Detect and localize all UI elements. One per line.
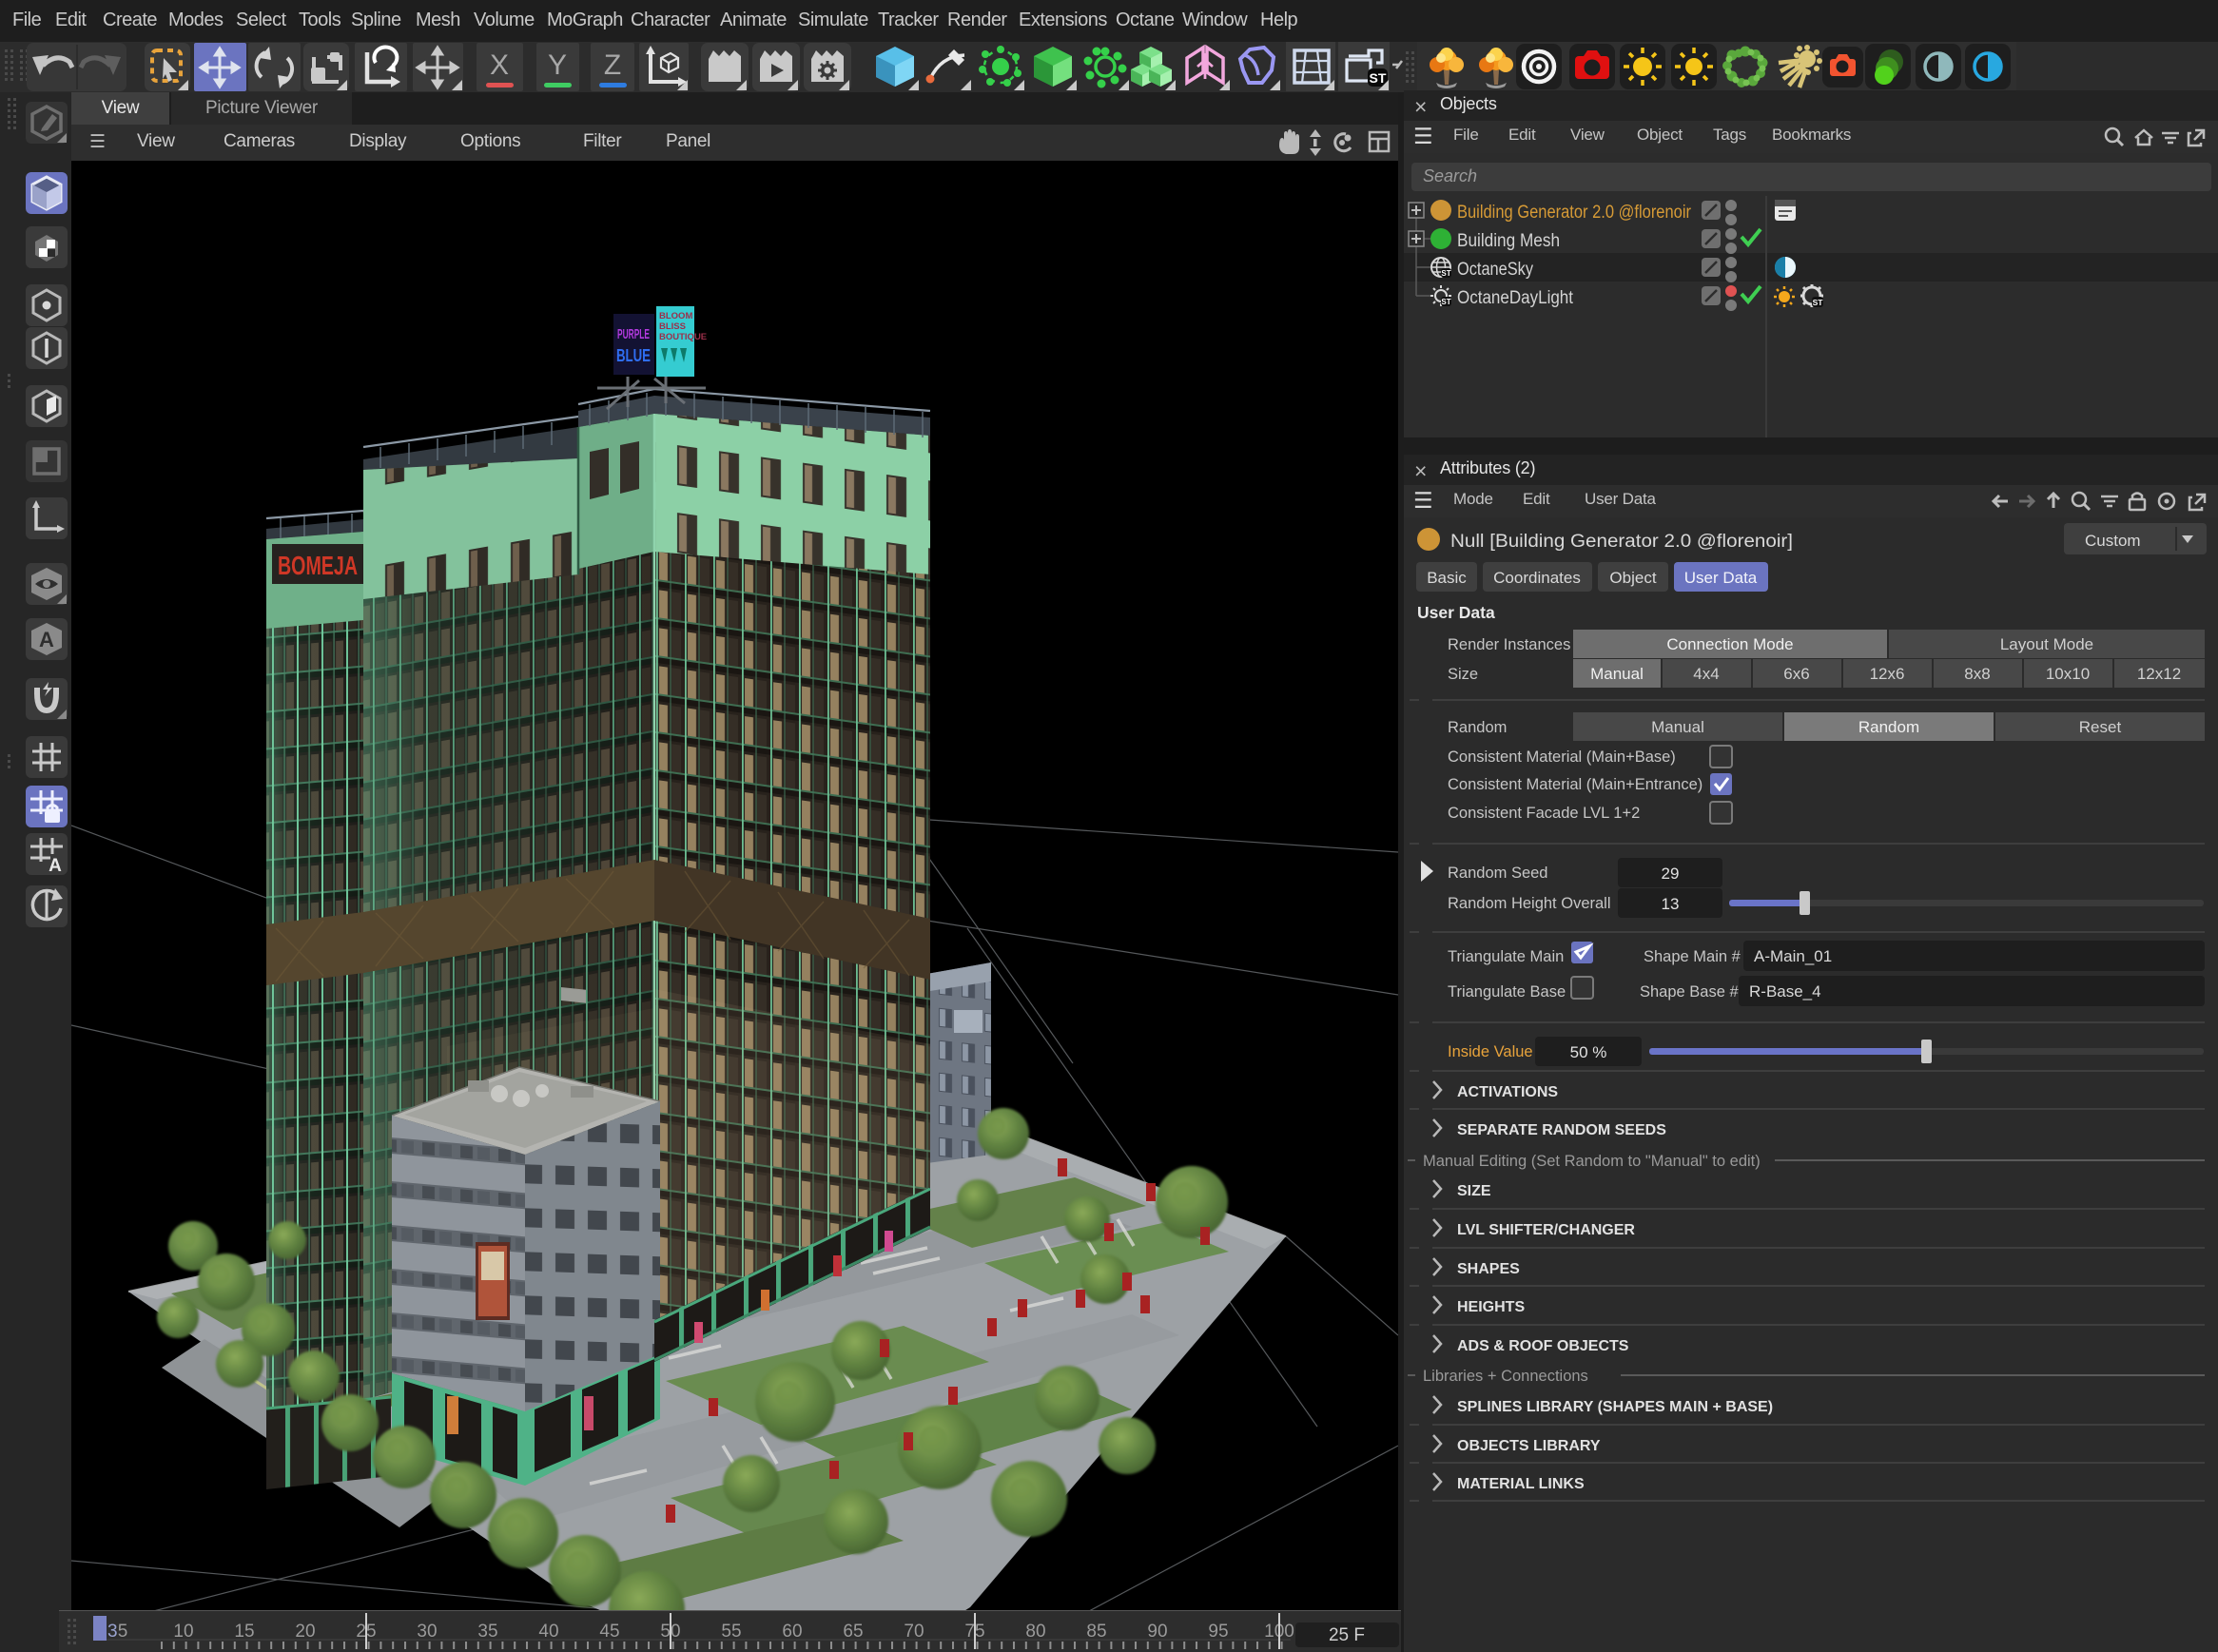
svg-text:Random Seed: Random Seed xyxy=(1448,865,1548,882)
svg-text:10: 10 xyxy=(173,1622,193,1642)
svg-text:30: 30 xyxy=(417,1622,437,1642)
svg-text:HEIGHTS: HEIGHTS xyxy=(1457,1299,1525,1315)
svg-text:ACTIVATIONS: ACTIVATIONS xyxy=(1457,1084,1558,1100)
svg-text:Manual: Manual xyxy=(1590,665,1644,683)
svg-text:ST: ST xyxy=(1813,298,1824,307)
svg-text:12x12: 12x12 xyxy=(2137,665,2181,683)
svg-text:User Data: User Data xyxy=(1417,603,1495,622)
svg-text:40: 40 xyxy=(538,1622,558,1642)
svg-text:Shape Main #: Shape Main # xyxy=(1644,948,1741,965)
svg-text:Random: Random xyxy=(1448,719,1507,736)
svg-text:ST: ST xyxy=(1441,298,1450,306)
svg-text:90: 90 xyxy=(1147,1622,1167,1642)
svg-text:Reset: Reset xyxy=(2079,718,2122,736)
svg-text:65: 65 xyxy=(843,1622,863,1642)
svg-text:ADS & ROOF OBJECTS: ADS & ROOF OBJECTS xyxy=(1457,1338,1629,1354)
svg-text:BLUE: BLUE xyxy=(616,346,651,365)
svg-text:ST: ST xyxy=(1441,269,1450,278)
svg-text:85: 85 xyxy=(1086,1622,1106,1642)
svg-text:80: 80 xyxy=(1025,1622,1045,1642)
svg-text:29: 29 xyxy=(1662,865,1680,883)
svg-text:35: 35 xyxy=(477,1622,497,1642)
svg-text:Consistent Material (Main+Base: Consistent Material (Main+Base) xyxy=(1448,748,1676,766)
svg-text:5: 5 xyxy=(118,1622,128,1642)
svg-text:15: 15 xyxy=(234,1622,254,1642)
svg-text:50 %: 50 % xyxy=(1570,1043,1607,1061)
svg-text:Random: Random xyxy=(1858,718,1919,736)
svg-text:10x10: 10x10 xyxy=(2046,665,2090,683)
svg-text:Manual: Manual xyxy=(1651,718,1704,736)
svg-text:95: 95 xyxy=(1208,1622,1228,1642)
svg-text:60: 60 xyxy=(782,1622,802,1642)
svg-text:Shape Base #: Shape Base # xyxy=(1640,983,1739,1001)
svg-text:X: X xyxy=(490,49,509,81)
svg-text:A-Main_01: A-Main_01 xyxy=(1754,947,1832,965)
svg-text:3: 3 xyxy=(107,1622,118,1642)
svg-text:13: 13 xyxy=(1662,895,1680,913)
svg-text:User Data: User Data xyxy=(1684,569,1758,587)
svg-text:12x6: 12x6 xyxy=(1870,665,1905,683)
svg-text:45: 45 xyxy=(599,1622,619,1642)
svg-text:4x4: 4x4 xyxy=(1693,665,1719,683)
svg-text:Inside Value: Inside Value xyxy=(1448,1043,1533,1060)
svg-text:SEPARATE RANDOM SEEDS: SEPARATE RANDOM SEEDS xyxy=(1457,1122,1666,1138)
svg-text:Triangulate Base: Triangulate Base xyxy=(1448,983,1566,1001)
svg-text:Render Instances: Render Instances xyxy=(1448,636,1570,653)
svg-text:BLISS: BLISS xyxy=(659,321,686,332)
svg-text:BOMEJA: BOMEJA xyxy=(278,551,358,580)
svg-text:SIZE: SIZE xyxy=(1457,1183,1491,1199)
svg-text:LVL SHIFTER/CHANGER: LVL SHIFTER/CHANGER xyxy=(1457,1222,1635,1238)
svg-text:Custom: Custom xyxy=(2085,532,2141,550)
svg-text:A: A xyxy=(49,856,62,876)
svg-text:8x8: 8x8 xyxy=(1964,665,1990,683)
svg-text:Random Height Overall: Random Height Overall xyxy=(1448,895,1611,912)
svg-text:A: A xyxy=(39,628,54,651)
svg-text:Basic: Basic xyxy=(1427,569,1467,587)
svg-text:Size: Size xyxy=(1448,666,1478,683)
svg-text:OctaneDayLight: OctaneDayLight xyxy=(1457,288,1574,308)
svg-text:Consistent Facade LVL 1+2: Consistent Facade LVL 1+2 xyxy=(1448,805,1640,822)
svg-text:MATERIAL LINKS: MATERIAL LINKS xyxy=(1457,1476,1585,1492)
svg-text:PURPLE: PURPLE xyxy=(617,326,650,342)
svg-text:Y: Y xyxy=(548,49,567,81)
svg-text:Building Generator 2.0 @floren: Building Generator 2.0 @florenoir xyxy=(1457,203,1692,223)
svg-text:6x6: 6x6 xyxy=(1783,665,1809,683)
svg-text:Manual Editing (Set Random to: Manual Editing (Set Random to "Manual" t… xyxy=(1423,1153,1761,1170)
svg-text:Coordinates: Coordinates xyxy=(1493,569,1581,587)
svg-text:Triangulate Main: Triangulate Main xyxy=(1448,948,1564,965)
svg-text:OBJECTS LIBRARY: OBJECTS LIBRARY xyxy=(1457,1438,1601,1454)
svg-text:20: 20 xyxy=(295,1622,315,1642)
svg-text:R-Base_4: R-Base_4 xyxy=(1749,982,1821,1001)
svg-text:BLOOM: BLOOM xyxy=(659,311,692,321)
svg-text:25 F: 25 F xyxy=(1329,1625,1365,1645)
svg-text:Libraries + Connections: Libraries + Connections xyxy=(1423,1368,1588,1385)
svg-text:Object: Object xyxy=(1609,569,1656,587)
svg-text:Consistent Material (Main+Entr: Consistent Material (Main+Entrance) xyxy=(1448,776,1702,793)
svg-text:SPLINES LIBRARY (SHAPES MAIN +: SPLINES LIBRARY (SHAPES MAIN + BASE) xyxy=(1457,1399,1773,1415)
svg-text:70: 70 xyxy=(904,1622,924,1642)
svg-text:Z: Z xyxy=(604,49,621,81)
svg-text:55: 55 xyxy=(721,1622,741,1642)
svg-text:OctaneSky: OctaneSky xyxy=(1457,260,1533,280)
svg-text:Null [Building Generator 2.0 @: Null [Building Generator 2.0 @florenoir] xyxy=(1450,532,1793,552)
svg-text:ST: ST xyxy=(1370,70,1387,86)
svg-text:Layout Mode: Layout Mode xyxy=(2000,635,2093,653)
svg-text:Connection Mode: Connection Mode xyxy=(1666,635,1793,653)
svg-text:BOUTIQUE: BOUTIQUE xyxy=(659,332,707,342)
svg-text:SHAPES: SHAPES xyxy=(1457,1261,1520,1277)
svg-text:Building Mesh: Building Mesh xyxy=(1457,231,1560,251)
